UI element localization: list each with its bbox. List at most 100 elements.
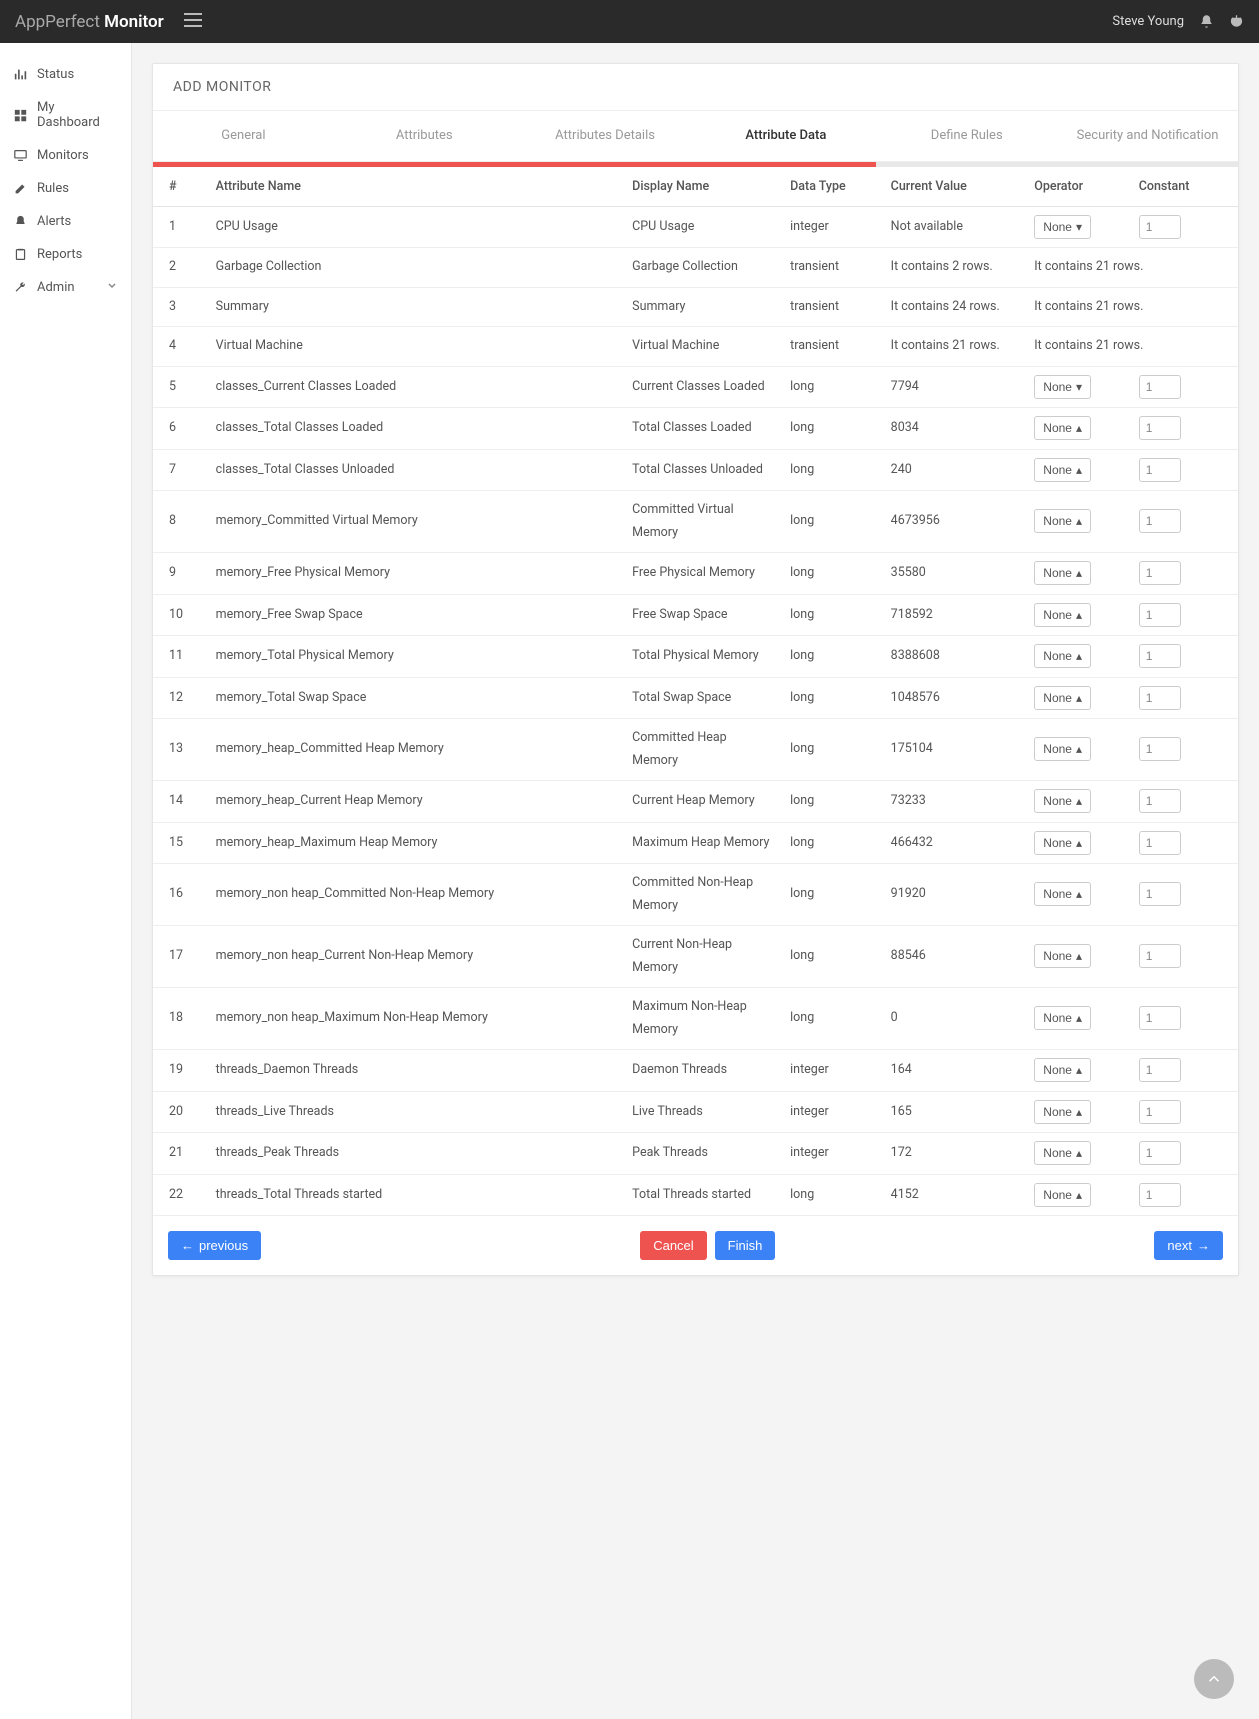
constant-input[interactable] (1139, 416, 1181, 440)
caret-up-icon: ▴ (1076, 608, 1082, 622)
display-name: Free Physical Memory (624, 553, 782, 595)
constant-input[interactable] (1139, 1100, 1181, 1124)
constant-input[interactable] (1139, 1141, 1181, 1165)
constant-input[interactable] (1139, 686, 1181, 710)
caret-up-icon: ▴ (1076, 836, 1082, 850)
operator-dropdown[interactable]: None ▴ (1034, 458, 1091, 482)
sidebar-item-monitors[interactable]: Monitors (0, 139, 131, 172)
caret-up-icon: ▴ (1076, 649, 1082, 663)
sidebar-label: Rules (37, 181, 69, 196)
table-row: 3SummarySummarytransientIt contains 24 r… (153, 287, 1238, 327)
current-value: 1048576 (883, 677, 1027, 719)
constant-input[interactable] (1139, 882, 1181, 906)
row-num: 13 (153, 719, 208, 781)
operator-dropdown[interactable]: None ▴ (1034, 1058, 1091, 1082)
operator-dropdown[interactable]: None ▴ (1034, 561, 1091, 585)
constant-input[interactable] (1139, 1183, 1181, 1207)
constant-input[interactable] (1139, 375, 1181, 399)
tab-define-rules[interactable]: Define Rules (876, 111, 1057, 161)
sidebar-item-status[interactable]: Status (0, 58, 131, 91)
attr-name: memory_heap_Current Heap Memory (208, 781, 625, 823)
user-name[interactable]: Steve Young (1112, 14, 1184, 29)
sidebar-item-my-dashboard[interactable]: My Dashboard (0, 91, 131, 139)
tab-attributes[interactable]: Attributes (334, 111, 515, 161)
attr-name: classes_Total Classes Unloaded (208, 449, 625, 491)
power-icon[interactable] (1229, 14, 1244, 29)
constant-input[interactable] (1139, 944, 1181, 968)
sidebar-item-rules[interactable]: Rules (0, 172, 131, 205)
operator-dropdown[interactable]: None ▾ (1034, 375, 1091, 399)
current-value: 165 (883, 1091, 1027, 1133)
constant-input[interactable] (1139, 644, 1181, 668)
operator-dropdown[interactable]: None ▾ (1034, 215, 1091, 239)
progress-fill (153, 162, 876, 167)
operator-dropdown[interactable]: None ▴ (1034, 1141, 1091, 1165)
next-button[interactable]: next → (1154, 1231, 1223, 1260)
attr-name: memory_non heap_Committed Non-Heap Memor… (208, 864, 625, 926)
current-value: 164 (883, 1050, 1027, 1092)
display-name: Current Classes Loaded (624, 366, 782, 408)
caret-up-icon: ▴ (1076, 1063, 1082, 1077)
operator-dropdown[interactable]: None ▴ (1034, 603, 1091, 627)
tab-attributes-details[interactable]: Attributes Details (515, 111, 696, 161)
tab-general[interactable]: General (153, 111, 334, 161)
constant-input[interactable] (1139, 789, 1181, 813)
tab-attribute-data[interactable]: Attribute Data (695, 111, 876, 161)
operator-dropdown[interactable]: None ▴ (1034, 1006, 1091, 1030)
menu-icon[interactable] (184, 13, 202, 31)
display-name: Daemon Threads (624, 1050, 782, 1092)
current-value: 175104 (883, 719, 1027, 781)
table-row: 14memory_heap_Current Heap MemoryCurrent… (153, 781, 1238, 823)
operator-dropdown[interactable]: None ▴ (1034, 882, 1091, 906)
operator-dropdown[interactable]: None ▴ (1034, 509, 1091, 533)
operator-value: None (1043, 691, 1072, 705)
constant-input[interactable] (1139, 603, 1181, 627)
row-num: 19 (153, 1050, 208, 1092)
display-name: Committed Non-Heap Memory (624, 864, 782, 926)
display-name: Total Classes Unloaded (624, 449, 782, 491)
arrow-right-icon: → (1197, 1238, 1210, 1253)
constant-input[interactable] (1139, 1006, 1181, 1030)
scroll-to-top-button[interactable] (1194, 1659, 1234, 1699)
operator-dropdown[interactable]: None ▴ (1034, 644, 1091, 668)
operator-value: None (1043, 380, 1072, 394)
table-row: 4Virtual MachineVirtual Machinetransient… (153, 327, 1238, 367)
attr-name: memory_Free Physical Memory (208, 553, 625, 595)
cancel-button[interactable]: Cancel (640, 1231, 706, 1260)
previous-button[interactable]: ← previous (168, 1231, 261, 1260)
current-value: 88546 (883, 926, 1027, 988)
operator-dropdown[interactable]: None ▴ (1034, 416, 1091, 440)
constant-input[interactable] (1139, 561, 1181, 585)
data-type: long (782, 553, 883, 595)
table-row: 18memory_non heap_Maximum Non-Heap Memor… (153, 988, 1238, 1050)
operator-dropdown[interactable]: None ▴ (1034, 831, 1091, 855)
data-type: long (782, 594, 883, 636)
data-type: transient (782, 248, 883, 288)
operator-dropdown[interactable]: None ▴ (1034, 944, 1091, 968)
bell-icon[interactable] (1199, 14, 1214, 29)
operator-text: It contains 21 rows. (1026, 248, 1238, 288)
operator-dropdown[interactable]: None ▴ (1034, 1183, 1091, 1207)
row-num: 14 (153, 781, 208, 823)
constant-input[interactable] (1139, 1058, 1181, 1082)
operator-dropdown[interactable]: None ▴ (1034, 789, 1091, 813)
attr-name: threads_Live Threads (208, 1091, 625, 1133)
constant-input[interactable] (1139, 509, 1181, 533)
data-type: integer (782, 1133, 883, 1175)
constant-input[interactable] (1139, 831, 1181, 855)
constant-input[interactable] (1139, 458, 1181, 482)
sidebar-item-admin[interactable]: Admin (0, 271, 131, 304)
operator-dropdown[interactable]: None ▴ (1034, 737, 1091, 761)
finish-button[interactable]: Finish (715, 1231, 776, 1260)
operator-dropdown[interactable]: None ▴ (1034, 686, 1091, 710)
sidebar-item-alerts[interactable]: Alerts (0, 205, 131, 238)
row-num: 6 (153, 408, 208, 450)
constant-input[interactable] (1139, 737, 1181, 761)
sidebar-label: Alerts (37, 214, 71, 229)
sidebar-item-reports[interactable]: Reports (0, 238, 131, 271)
tab-security-and-notification[interactable]: Security and Notification (1057, 111, 1238, 161)
current-value: 240 (883, 449, 1027, 491)
display-name: Total Threads started (624, 1174, 782, 1216)
constant-input[interactable] (1139, 215, 1181, 239)
operator-dropdown[interactable]: None ▴ (1034, 1100, 1091, 1124)
